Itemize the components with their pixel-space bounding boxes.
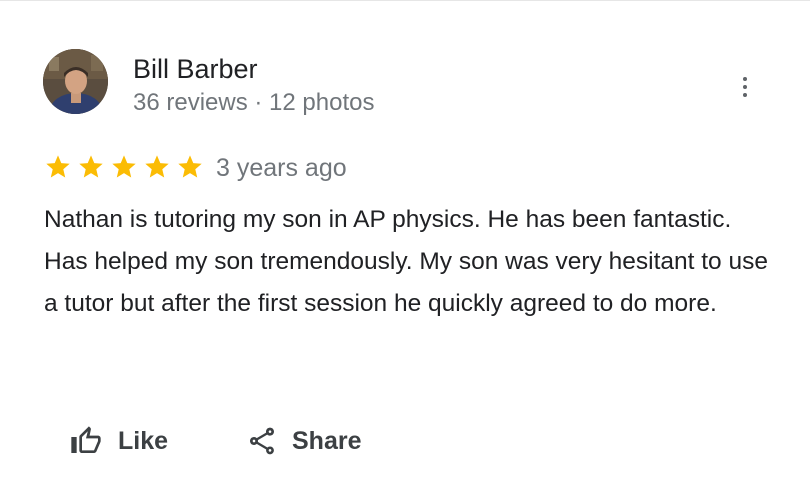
star-icon [178, 155, 202, 178]
share-icon [250, 427, 274, 455]
more-options-button[interactable] [734, 71, 756, 103]
more-vertical-icon-dot [743, 85, 747, 89]
share-label: Share [292, 426, 362, 455]
more-vertical-icon-dot [743, 93, 747, 97]
star-icon [46, 155, 70, 178]
like-label: Like [118, 426, 169, 455]
review-text: Nathan is tutoring my son in AP physics.… [44, 206, 775, 317]
reviewer-stats: 36 reviews · 12 photos [133, 89, 375, 116]
star-icon [112, 155, 136, 178]
star-icon [145, 155, 169, 178]
avatar-image [43, 49, 108, 114]
like-button[interactable]: Like [68, 419, 168, 463]
reviewer-name[interactable]: Bill Barber [133, 53, 258, 85]
avatar[interactable] [43, 49, 108, 114]
share-button[interactable]: Share [246, 419, 361, 463]
review-card: Bill Barber 36 reviews · 12 photos 3 yea… [0, 0, 810, 492]
thumb-up-icon [71, 426, 101, 453]
review-date: 3 years ago [216, 154, 347, 182]
star-rating [44, 153, 204, 181]
more-vertical-icon [743, 77, 747, 81]
star-icon [79, 155, 103, 178]
